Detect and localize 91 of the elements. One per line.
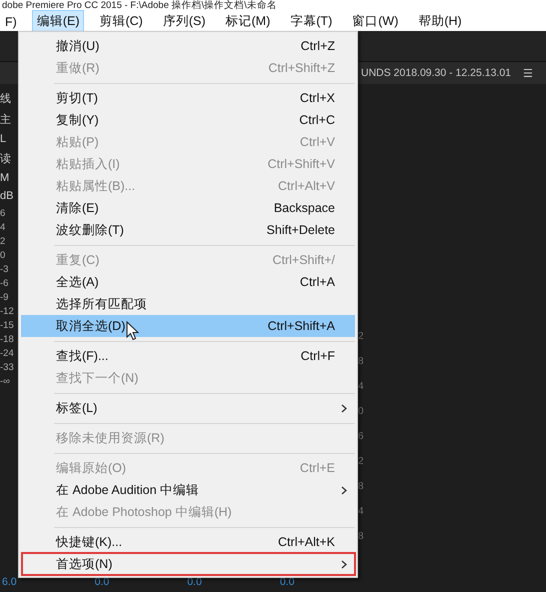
meter-scale-label: 2 [358, 456, 364, 467]
shortcut-label: Ctrl+F [300, 349, 335, 363]
menu-item-label: 取消全选(D) [56, 318, 126, 334]
menu-item[interactable]: 选择所有匹配项 [21, 293, 355, 315]
menu-item[interactable]: 全选(A) Ctrl+A [21, 271, 355, 293]
shortcut-label: Ctrl+Alt+V [278, 179, 335, 193]
menu-item[interactable]: 波纹删除(T) Shift+Delete [21, 219, 355, 241]
meter-scale-label: 8 [358, 481, 364, 492]
menu-item-label: 在 Adobe Audition 中编辑 [56, 482, 200, 498]
menu-item-label: 全选(A) [56, 274, 99, 290]
shortcut-label: Ctrl+Shift+Z [268, 61, 335, 75]
meter-scale-label: 8 [358, 356, 364, 367]
shortcut-label: Ctrl+E [300, 461, 335, 475]
menu-bar-item[interactable]: 帮助(H) [413, 10, 467, 33]
meter-scale-label: -9 [0, 292, 10, 303]
menu-item-label: 清除(E) [56, 200, 99, 216]
level-value: 0.0 [280, 576, 294, 588]
menu-item-label: 快捷键(K)... [56, 534, 122, 550]
menu-item-label: 撤消(U) [56, 38, 100, 54]
meter-scale-label: 0 [358, 406, 364, 417]
level-value: 0.0 [187, 576, 202, 588]
menu-item-label: 粘贴(P) [56, 134, 99, 150]
meter-scale-label: -24 [0, 348, 15, 359]
menu-item-label: 剪切(T) [56, 90, 98, 106]
meter-scale-label: 2 [0, 236, 6, 247]
shortcut-label: Ctrl+Z [300, 39, 335, 53]
meter-scale-label: -12 [0, 306, 15, 317]
menu-item-label: 重做(R) [56, 60, 100, 76]
menu-item[interactable]: 查找(F)... Ctrl+F [21, 345, 355, 367]
menu-item-label: 查找(F)... [56, 348, 108, 364]
level-value: 0.0 [94, 576, 110, 588]
meter-scale-label: 0 [0, 250, 6, 261]
menu-item-label: 在 Adobe Photoshop 中编辑(H) [56, 504, 232, 520]
menu-item-label: 标签(L) [56, 400, 98, 416]
panel-title: UNDS 2018.09.30 - 12.25.13.01 [361, 67, 512, 79]
menu-bar-item[interactable]: 序列(S) [158, 10, 211, 33]
shortcut-label: Ctrl+Alt+K [278, 535, 335, 549]
window-title: dobe Premiere Pro CC 2015 - F:\Adobe 操作档\操作文档\未命名 [2, 0, 278, 12]
meter-scale-label: 4 [358, 381, 364, 392]
menu-item-label: 编辑原始(O) [56, 460, 126, 476]
menu-item[interactable]: 在 Adobe Audition 中编辑 [21, 479, 355, 501]
menu-item[interactable]: 快捷键(K)... Ctrl+Alt+K [21, 531, 355, 553]
panel-label: 主 [0, 112, 12, 127]
menu-bar-item[interactable]: 剪辑(C) [94, 10, 148, 33]
menu-item-label: 移除未使用资源(R) [56, 430, 164, 446]
meter-scale-label: 6 [358, 431, 364, 442]
meter-scale-label: 4 [0, 222, 6, 233]
menu-item-label: 首选项(N) [56, 556, 112, 572]
menu-bar-item[interactable]: 编辑(E) [32, 10, 84, 33]
menu-item-label: 波纹删除(T) [56, 222, 124, 238]
meter-scale-label: -15 [0, 320, 15, 331]
panel-label: M [0, 172, 10, 184]
meter-scale-label: -33 [0, 362, 15, 373]
shortcut-label: Ctrl+A [300, 275, 335, 289]
menu-bar-item[interactable]: 字幕(T) [285, 10, 338, 33]
panel-menu-button[interactable]: ☰ [523, 66, 533, 80]
menu-item-label: 粘贴插入(I) [56, 156, 120, 172]
meter-scale-label: 6 [0, 208, 6, 219]
shortcut-label: Ctrl+V [300, 135, 335, 149]
menu-item-label: 选择所有匹配项 [56, 296, 147, 312]
panel-label: L [0, 133, 8, 145]
meter-scale-label: -6 [0, 278, 10, 289]
shortcut-label: Backspace [274, 201, 335, 215]
meter-scale-label: -18 [0, 334, 15, 345]
meter-scale-label: 8 [358, 531, 364, 542]
panel-label: 读 [0, 152, 12, 166]
shortcut-label: Shift+Delete [266, 223, 335, 237]
panel-label: dB [0, 190, 14, 202]
shortcut-label: Ctrl+Shift+V [268, 157, 335, 171]
menu-item-label: 重复(C) [56, 252, 100, 268]
menu-item-label: 复制(Y) [56, 112, 99, 128]
menu-bar-item[interactable]: 标记(M) [220, 10, 276, 33]
menu-item[interactable]: 复制(Y) Ctrl+C [21, 109, 355, 131]
menu-item-label: 粘贴属性(B)... [56, 178, 136, 194]
menu-item[interactable]: 标签(L) [21, 397, 355, 419]
menu-item[interactable]: 首选项(N) [21, 553, 355, 575]
shortcut-label: Ctrl+X [300, 91, 335, 105]
menu-item-label: 查找下一个(N) [56, 370, 138, 386]
shortcut-label: Ctrl+Shift+/ [272, 253, 335, 267]
meter-scale-label: -∞ [0, 376, 11, 387]
shortcut-label: Ctrl+C [299, 113, 335, 127]
menu-bar-item[interactable]: 窗口(W) [347, 10, 404, 33]
shortcut-label: Ctrl+Shift+A [268, 319, 335, 333]
meter-scale-label: 4 [358, 506, 364, 517]
menu-item[interactable]: 清除(E) Backspace [21, 197, 355, 219]
panel-label: 线 [0, 92, 12, 106]
menu-bar-item[interactable]: F) [0, 12, 22, 32]
meter-scale-label: -3 [0, 264, 10, 275]
menu-item[interactable]: 剪切(T) Ctrl+X [21, 87, 355, 109]
meter-scale-label: 2 [358, 331, 364, 342]
level-value: 6.0 [2, 576, 17, 588]
